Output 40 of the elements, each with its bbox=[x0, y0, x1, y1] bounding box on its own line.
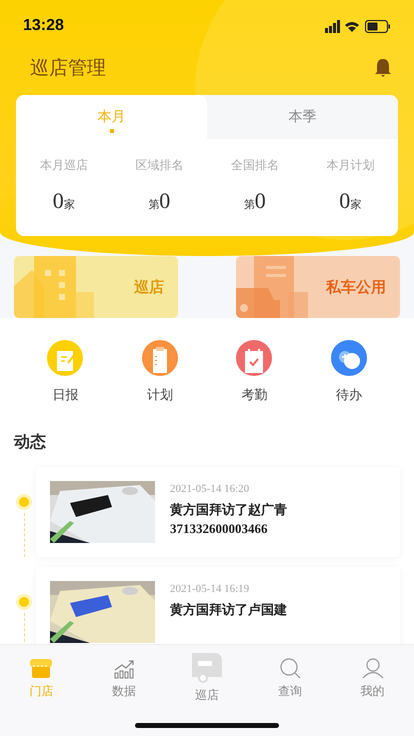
tab-bar-item[interactable]: 门店 bbox=[11, 657, 72, 700]
tab-bar-item[interactable]: 我的 bbox=[342, 657, 403, 700]
shortcut-button[interactable]: 日报 bbox=[35, 340, 96, 404]
feature-banner[interactable]: 私车公用 bbox=[236, 256, 400, 318]
section-title: 动态 bbox=[14, 432, 46, 451]
store-code: 371332600003466 bbox=[170, 521, 268, 537]
stat-label: 区域排名 bbox=[135, 157, 184, 174]
search-icon bbox=[278, 657, 302, 679]
tab-bar-item[interactable]: 巡店 bbox=[176, 651, 237, 704]
stat-value: 第0 bbox=[148, 188, 170, 214]
signal-icon bbox=[325, 20, 340, 32]
stat-value: 第0 bbox=[244, 188, 266, 214]
period-tab[interactable]: 本月 bbox=[16, 95, 207, 139]
shop-icon bbox=[29, 657, 54, 679]
tab-bar-item[interactable]: 数据 bbox=[94, 657, 154, 700]
timeline-dot bbox=[19, 497, 29, 507]
stat-label: 全国排名 bbox=[230, 157, 279, 174]
activity-time: 2021-05-14 16:19 bbox=[170, 583, 250, 595]
shortcut-button[interactable]: 考勤 bbox=[224, 340, 284, 404]
activity-card[interactable]: 2021-05-14 16:19 黄方国拜访了卢国建 bbox=[36, 567, 400, 644]
stat-label: 本月巡店 bbox=[40, 157, 88, 174]
trailer-icon bbox=[190, 651, 224, 683]
bell-icon[interactable] bbox=[374, 58, 392, 78]
shortcut-button[interactable]: 待办 bbox=[318, 340, 379, 404]
activity-text: 黄方国拜访了卢国建 bbox=[170, 602, 287, 619]
tab-bar-item[interactable]: 查询 bbox=[260, 657, 320, 700]
shortcut-button[interactable]: 计划 bbox=[130, 340, 190, 404]
stat-label: 本月计划 bbox=[326, 157, 374, 174]
battery-icon bbox=[365, 20, 390, 32]
feature-banner[interactable]: 巡店 bbox=[14, 256, 178, 318]
wifi-icon bbox=[345, 20, 360, 32]
page-title: 巡店管理 bbox=[30, 56, 106, 81]
status-time: 13:28 bbox=[23, 17, 64, 35]
activity-time: 2021-05-14 16:20 bbox=[170, 483, 250, 495]
stat-value: 0家 bbox=[339, 188, 362, 214]
activity-card[interactable]: 2021-05-14 16:20 黄方国拜访了赵广青 371332600003466 bbox=[36, 467, 400, 557]
user-icon bbox=[360, 657, 385, 679]
activity-text: 黄方国拜访了赵广青 bbox=[170, 502, 287, 519]
timeline-dot bbox=[19, 597, 29, 607]
stat-value: 0家 bbox=[52, 188, 75, 214]
